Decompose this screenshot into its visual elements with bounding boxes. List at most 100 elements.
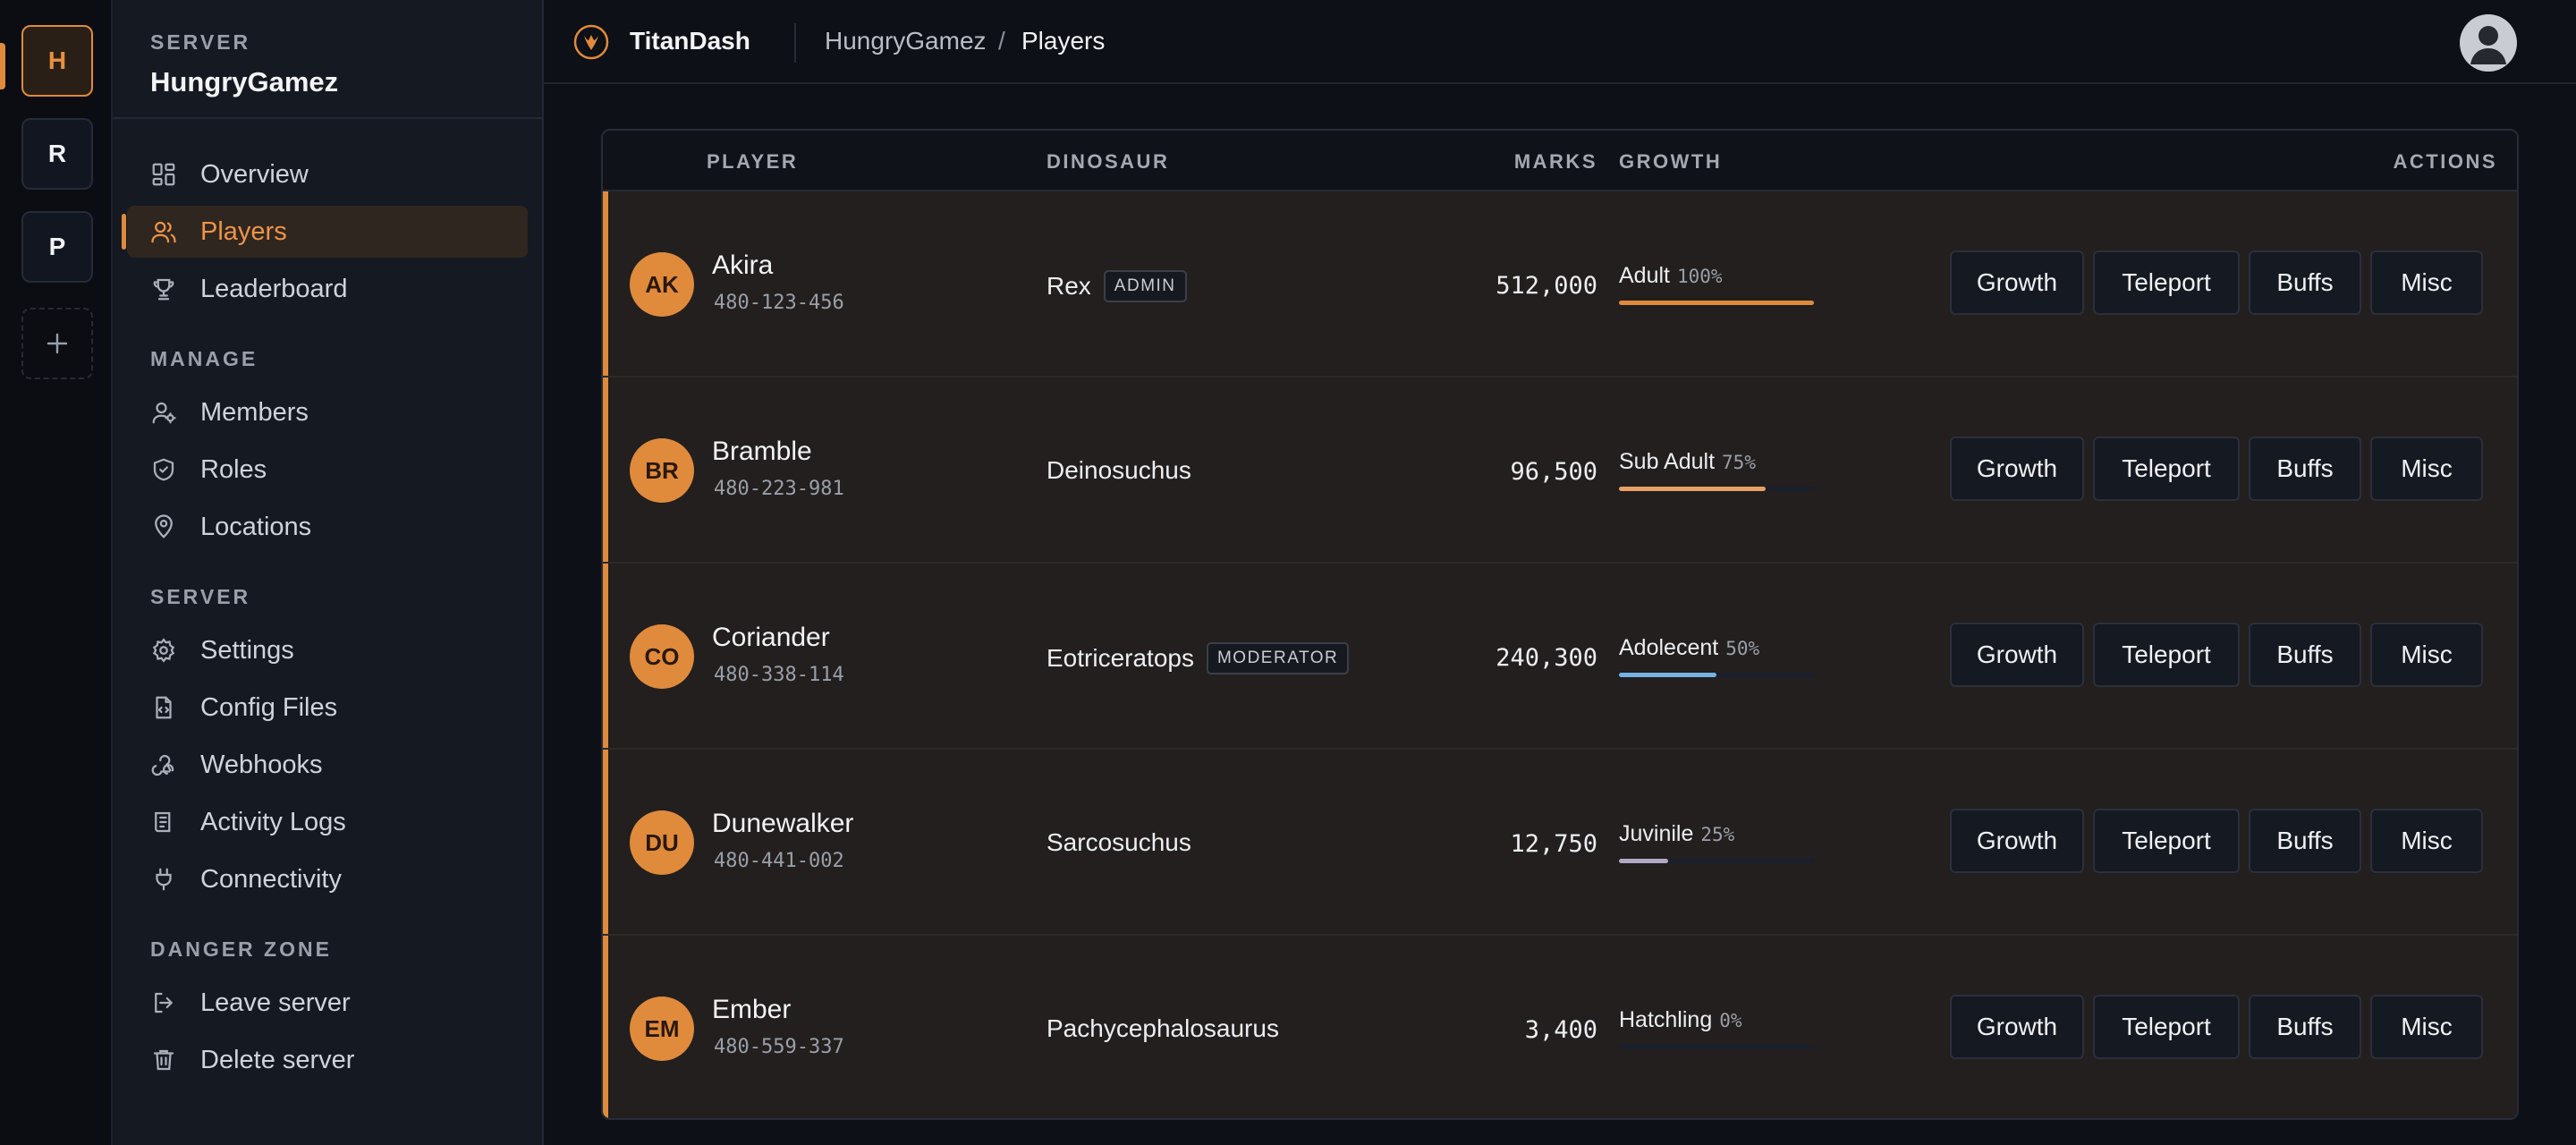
sidebar-item-locations[interactable]: Locations (127, 501, 528, 553)
row-accent (603, 750, 608, 934)
teleport-button[interactable]: Teleport (2093, 437, 2240, 501)
growth-percent: 50% (1725, 638, 1760, 659)
sidebar-item-label: Connectivity (200, 864, 342, 894)
player-name[interactable]: Akira (712, 250, 773, 281)
row-actions: Growth Teleport Buffs Misc (1950, 623, 2492, 687)
breadcrumb-current: Players (1021, 27, 1106, 55)
teleport-button[interactable]: Teleport (2093, 809, 2240, 873)
buffs-button[interactable]: Buffs (2249, 250, 2361, 315)
breadcrumb-server[interactable]: HungryGamez (825, 27, 987, 55)
growth-button[interactable]: Growth (1950, 437, 2084, 501)
teleport-button[interactable]: Teleport (2093, 995, 2240, 1059)
sidebar-item-webhooks[interactable]: Webhooks (127, 739, 528, 791)
sidebar-header: SERVER HungryGamez (113, 0, 542, 119)
dinosaur-name: Sarcosuchus (1046, 828, 1191, 856)
member-icon (150, 399, 177, 426)
table-row[interactable]: BR Bramble 480-223-981 Deinosuchus 96,500 Sub… (603, 377, 2517, 564)
sidebar-item-members[interactable]: Members (127, 386, 528, 438)
sidebar-item-label: Members (200, 397, 309, 427)
buffs-button[interactable]: Buffs (2249, 437, 2361, 501)
player-name[interactable]: Dunewalker (712, 809, 853, 839)
file-code-icon (150, 694, 177, 721)
player-name[interactable]: Bramble (712, 437, 812, 467)
row-actions: Growth Teleport Buffs Misc (1950, 995, 2492, 1059)
player-name[interactable]: Ember (712, 995, 791, 1025)
users-icon (150, 218, 177, 245)
sidebar-item-players[interactable]: Players (127, 206, 528, 258)
buffs-button[interactable]: Buffs (2249, 623, 2361, 687)
server-button-h[interactable]: H (21, 25, 93, 97)
misc-button[interactable]: Misc (2370, 437, 2483, 501)
row-accent (603, 564, 608, 748)
row-accent (603, 936, 608, 1118)
marks-value: 12,750 (1510, 830, 1597, 858)
player-name[interactable]: Coriander (712, 623, 830, 653)
growth-progress-bar (1619, 301, 1814, 305)
sidebar-item-roles[interactable]: Roles (127, 444, 528, 496)
growth-button[interactable]: Growth (1950, 250, 2084, 315)
server-button-p[interactable]: P (21, 211, 93, 283)
sidebar-item-label: Overview (200, 159, 309, 189)
sidebar-item-connectivity[interactable]: Connectivity (127, 853, 528, 905)
misc-button[interactable]: Misc (2370, 809, 2483, 873)
add-server-button[interactable] (21, 308, 93, 379)
marks-value: 3,400 (1524, 1016, 1597, 1044)
misc-button[interactable]: Misc (2370, 623, 2483, 687)
sidebar-item-delete-server[interactable]: Delete server (127, 1034, 528, 1086)
growth-button[interactable]: Growth (1950, 623, 2084, 687)
growth-stage-label: Adolecent (1619, 635, 1719, 660)
misc-button[interactable]: Misc (2370, 250, 2483, 315)
player-id: 480-223-981 (714, 478, 844, 500)
teleport-button[interactable]: Teleport (2093, 250, 2240, 315)
growth-progress-bar (1619, 487, 1814, 491)
brand-name[interactable]: TitanDash (630, 27, 750, 55)
dinosaur-name: Eotriceratops (1046, 644, 1194, 672)
player-id: 480-338-114 (714, 664, 844, 686)
shield-icon (150, 456, 177, 483)
growth-progress-fill (1619, 487, 1766, 491)
sidebar-item-overview[interactable]: Overview (127, 148, 528, 200)
growth-stage: Juvinile 25% (1619, 821, 1734, 847)
growth-percent: 100% (1676, 266, 1723, 287)
dinosaur-name: Pachycephalosaurus (1046, 1014, 1279, 1042)
growth-stage: Adolecent 50% (1619, 635, 1759, 661)
account-button[interactable] (2460, 14, 2517, 72)
sidebar-item-activity-logs[interactable]: Activity Logs (127, 796, 528, 848)
teleport-button[interactable]: Teleport (2093, 623, 2240, 687)
growth-percent: 75% (1722, 452, 1756, 473)
column-header-actions: ACTIONS (2393, 150, 2497, 173)
table-row[interactable]: DU Dunewalker 480-441-002 Sarcosuchus 12,750… (603, 750, 2517, 936)
sidebar-item-leave-server[interactable]: Leave server (127, 977, 528, 1029)
webhook-icon (150, 751, 177, 778)
table-row[interactable]: AK Akira 480-123-456 Rex ADMIN 512,000 Adult 10… (603, 191, 2517, 377)
growth-stage-label: Sub Adult (1619, 449, 1716, 474)
dashboard-icon (150, 161, 177, 188)
misc-button[interactable]: Misc (2370, 995, 2483, 1059)
sidebar-item-label: Settings (200, 635, 294, 665)
growth-progress-fill (1619, 673, 1716, 677)
section-manage: MANAGE (150, 347, 258, 370)
dinosaur-cell: Pachycephalosaurus (1046, 1014, 1279, 1043)
growth-button[interactable]: Growth (1950, 995, 2084, 1059)
player-avatar: EM (630, 997, 694, 1061)
sidebar-item-leaderboard[interactable]: Leaderboard (127, 263, 528, 315)
sidebar-item-label: Roles (200, 454, 267, 484)
buffs-button[interactable]: Buffs (2249, 995, 2361, 1059)
plug-icon (150, 866, 177, 893)
sidebar-item-settings[interactable]: Settings (127, 624, 528, 676)
plus-icon (47, 333, 68, 354)
table-row[interactable]: CO Coriander 480-338-114 Eotriceratops MODER… (603, 564, 2517, 750)
marks-value: 512,000 (1496, 272, 1597, 300)
map-pin-icon (150, 513, 177, 540)
buffs-button[interactable]: Buffs (2249, 809, 2361, 873)
trash-icon (150, 1047, 177, 1073)
table-header: PLAYER DINOSAUR MARKS GROWTH ACTIONS (603, 131, 2517, 191)
table-row[interactable]: EM Ember 480-559-337 Pachycephalosaurus 3,40… (603, 936, 2517, 1118)
growth-button[interactable]: Growth (1950, 809, 2084, 873)
sidebar-item-config-files[interactable]: Config Files (127, 682, 528, 734)
sidebar-item-label: Config Files (200, 692, 338, 722)
sidebar-item-label: Players (200, 216, 287, 246)
growth-progress-fill (1619, 301, 1814, 305)
growth-stage-label: Adult (1619, 263, 1670, 288)
server-button-r[interactable]: R (21, 118, 93, 190)
